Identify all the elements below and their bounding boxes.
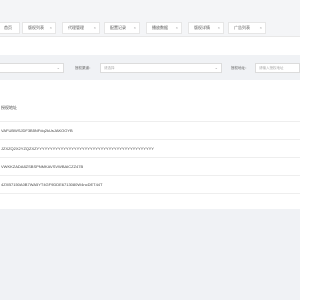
empty-area <box>0 209 300 300</box>
table-row[interactable]: VWKKZADA8ZSBSPNMKAVSVWBAICZZ47B <box>0 158 300 176</box>
tab-copyright-list[interactable]: 版权列表 × <box>22 22 56 34</box>
input-placeholder: 请输入授权地址 <box>259 66 284 70</box>
close-icon[interactable]: × <box>260 23 262 33</box>
address-input[interactable]: 请输入授权地址 <box>255 63 300 73</box>
tab-ad-list[interactable]: 广告列表 × <box>228 22 266 34</box>
tab-label: 播放数据 <box>152 25 168 30</box>
tab-home[interactable]: 首页 <box>0 22 20 34</box>
close-icon[interactable]: × <box>218 23 220 33</box>
close-icon[interactable]: × <box>134 23 136 33</box>
cell-address: JZXZQ2X2YZQZXZYYYYYYYYYYYYYYYYYYYYYYYYYY… <box>1 146 154 151</box>
chevron-down-icon: ⌄ <box>214 65 218 70</box>
tab-bar: 首页 版权列表 × 代理管理 × 配置记录 × 播放数据 × 版权详情 × 广告列表 × <box>0 0 300 37</box>
tab-copyright-detail[interactable]: 版权详情 × <box>188 22 224 34</box>
channel-label: 授权渠道： <box>75 66 93 70</box>
tab-label: 版权详情 <box>194 25 210 30</box>
close-icon[interactable]: × <box>50 23 52 33</box>
tab-agent-management[interactable]: 代理管理 × <box>62 22 100 34</box>
chevron-down-icon: ⌄ <box>56 65 60 70</box>
tab-playback-data[interactable]: 播放数据 × <box>146 22 182 34</box>
column-header-address: 授权地址 <box>1 105 17 110</box>
filter-select-1[interactable]: ⌄ <box>0 63 64 73</box>
table-row[interactable]: JZXZQ2X2YZQZXZYYYYYYYYYYYYYYYYYYYYYYYYYY… <box>0 140 300 158</box>
tab-label: 版权列表 <box>28 25 44 30</box>
cell-address: VWKKZADA8ZSBSPNMKAVSVWBAICZZ47B <box>1 164 84 169</box>
data-table: 授权地址 VAFUBWSJDF3B5NFdq2kUsJAKOOYB JZXZQ2… <box>0 95 300 194</box>
tab-label: 配置记录 <box>110 25 126 30</box>
table-header: 授权地址 <box>0 95 300 122</box>
cell-address: VAFUBWSJDF3B5NFdq2kUsJAKOOYB <box>1 128 73 133</box>
channel-select[interactable]: 请选择 ⌄ <box>100 63 222 73</box>
close-icon[interactable]: × <box>176 23 178 33</box>
tab-label: 广告列表 <box>234 25 250 30</box>
close-icon[interactable]: × <box>94 23 96 33</box>
table-row[interactable]: 4ZXB7150A0B7WA5YT4GF9DDE6713080W4ncDET44… <box>0 176 300 194</box>
select-placeholder: 请选择 <box>104 66 115 70</box>
cell-address: 4ZXB7150A0B7WA5YT4GF9DDE6713080W4ncDET44… <box>1 182 103 187</box>
address-label: 授权地址： <box>231 66 249 70</box>
tab-label: 代理管理 <box>68 25 84 30</box>
tab-config-records[interactable]: 配置记录 × <box>104 22 140 34</box>
table-row[interactable]: VAFUBWSJDF3B5NFdq2kUsJAKOOYB <box>0 122 300 140</box>
tab-label: 首页 <box>4 25 12 30</box>
